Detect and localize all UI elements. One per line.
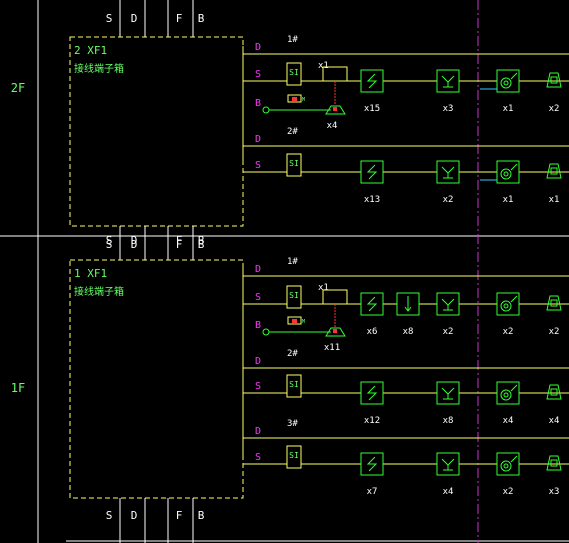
- line-tag-d: D: [255, 356, 261, 367]
- device-count-label: x12: [364, 416, 380, 426]
- device-count-label: x2: [443, 195, 454, 205]
- input-module-subscript: M: [302, 319, 305, 325]
- branch-number-label: 1#: [287, 35, 298, 45]
- line-tag-s: S: [255, 69, 261, 80]
- line-tag-b: B: [255, 320, 261, 331]
- device-count-label: x2: [443, 327, 454, 337]
- alarm-bell-icon: [546, 163, 562, 179]
- device-count-label: x2: [549, 327, 560, 337]
- device-count-label: x13: [364, 195, 380, 205]
- branch-number-label: 2#: [287, 349, 298, 359]
- alarm-bell-inner-icon: [550, 388, 558, 396]
- terminal-box-subtitle: 接线端子箱: [74, 62, 124, 75]
- audible-alarm-terminal-icon: [333, 329, 337, 333]
- device-count-label: x1: [503, 195, 514, 205]
- short-circuit-isolator-label: SI: [289, 291, 299, 300]
- alarm-bell-inner-icon: [550, 459, 558, 467]
- bottom-bus-label: F: [176, 509, 183, 522]
- line-tag-s: S: [255, 381, 261, 392]
- heat-detector-box: [436, 292, 460, 316]
- device-count-label: x4: [503, 416, 514, 426]
- hydrant-detector-box: [496, 292, 520, 316]
- alarm-bell-icon: [546, 295, 562, 311]
- device-count-label: x6: [367, 327, 378, 337]
- bus-label: S: [106, 234, 113, 247]
- line-tag-d: D: [255, 264, 261, 275]
- terminal-box-subtitle: 接线端子箱: [74, 285, 124, 298]
- line-b-terminal-icon: [262, 328, 270, 336]
- device-count-label: x2: [503, 487, 514, 497]
- device-count-label: x7: [367, 487, 378, 497]
- fire-alarm-riser-diagram: 2F S D F B 2 XF1 接线端子箱 1# D S SI B Mx1 x4 x15 x3 x1 x2 2# D…: [0, 0, 569, 543]
- bus-label: F: [176, 234, 183, 247]
- line-tag-d: D: [255, 42, 261, 53]
- input-module-terminal-icon: [292, 319, 297, 323]
- device-count-label: x1: [549, 195, 560, 205]
- device-count-label: x15: [364, 104, 380, 114]
- hydrant-detector-box: [496, 381, 520, 405]
- device-count-label: x8: [403, 327, 414, 337]
- terminal-box-title: 1 XF1: [74, 267, 107, 280]
- floor-label: 1F: [11, 381, 25, 395]
- bus-label: S: [106, 12, 113, 25]
- bottom-bus-label: D: [131, 509, 138, 522]
- riser-diagram-svg: 2F S D F B 2 XF1 接线端子箱 1# D S SI B Mx1 x4 x15 x3 x1 x2 2# D…: [0, 0, 569, 543]
- device-count-label: x4: [443, 487, 454, 497]
- heat-detector-box: [436, 381, 460, 405]
- line-tag-b: B: [255, 98, 261, 109]
- branch-number-label: 3#: [287, 419, 298, 429]
- bottom-bus-label: B: [198, 509, 205, 522]
- alarm-bell-inner-icon: [550, 299, 558, 307]
- bus-label: F: [176, 12, 183, 25]
- device-count-label: x2: [503, 327, 514, 337]
- input-module-terminal-icon: [292, 97, 297, 101]
- audible-alarm-count-label: x11: [324, 343, 340, 353]
- bus-label: D: [131, 234, 138, 247]
- branch-number-label: 1#: [287, 257, 298, 267]
- line-tag-s: S: [255, 292, 261, 303]
- device-count-label: x4: [549, 416, 560, 426]
- device-count-label: x3: [549, 487, 560, 497]
- device-count-label: x3: [443, 104, 454, 114]
- bus-label: B: [198, 234, 205, 247]
- device-count-label: x1: [503, 104, 514, 114]
- bottom-bus-label: S: [106, 509, 113, 522]
- hydrant-detector-box: [496, 452, 520, 476]
- line-b-terminal-icon: [262, 106, 270, 114]
- input-module-subscript: M: [302, 97, 305, 103]
- audible-alarm-terminal-icon: [333, 107, 337, 111]
- alarm-bell-inner-icon: [550, 76, 558, 84]
- alarm-bell-icon: [546, 72, 562, 88]
- line-tag-d: D: [255, 426, 261, 437]
- audible-alarm-count-label: x4: [327, 121, 338, 131]
- short-circuit-isolator-label: SI: [289, 451, 299, 460]
- heat-detector-box: [436, 69, 460, 93]
- short-circuit-isolator-label: SI: [289, 68, 299, 77]
- alarm-bell-inner-icon: [550, 167, 558, 175]
- hydrant-detector-box: [496, 69, 520, 93]
- bus-label: D: [131, 12, 138, 25]
- heat-detector-box: [436, 452, 460, 476]
- branch-number-label: 2#: [287, 127, 298, 137]
- terminal-box-title: 2 XF1: [74, 44, 107, 57]
- short-circuit-isolator-label: SI: [289, 159, 299, 168]
- alarm-bell-icon: [546, 384, 562, 400]
- heat-detector-box: [436, 160, 460, 184]
- device-count-label: x2: [549, 104, 560, 114]
- alarm-bell-icon: [546, 455, 562, 471]
- hydrant-detector-box: [496, 160, 520, 184]
- line-tag-s: S: [255, 160, 261, 171]
- line-tag-s: S: [255, 452, 261, 463]
- floor-label: 2F: [11, 81, 25, 95]
- bus-label: B: [198, 12, 205, 25]
- short-circuit-isolator-label: SI: [289, 380, 299, 389]
- device-count-label: x8: [443, 416, 454, 426]
- line-tag-d: D: [255, 134, 261, 145]
